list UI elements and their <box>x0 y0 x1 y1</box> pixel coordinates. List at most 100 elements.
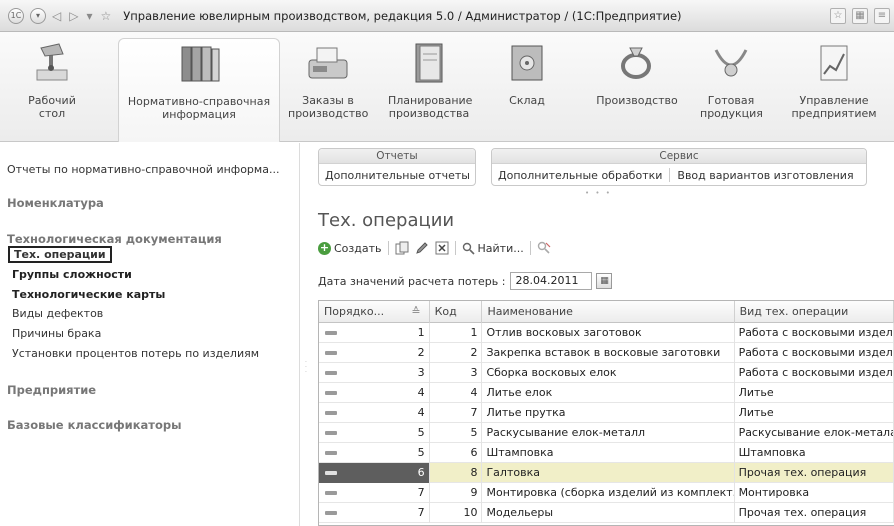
cell-order: 6 <box>319 463 430 483</box>
find-button[interactable]: Найти... <box>462 242 524 255</box>
forward-arrow-icon[interactable]: ▷ <box>69 9 78 23</box>
cell-operation-type: Прочая тех. операция <box>735 463 894 483</box>
row-item-icon <box>325 351 337 355</box>
commands-service: Сервис Дополнительные обработки Ввод вар… <box>491 148 867 186</box>
nav-group-nomenclature[interactable]: Номенклатура <box>7 196 104 210</box>
fax-icon <box>305 40 351 86</box>
table-row[interactable]: 5 6 Штамповка Штамповка <box>319 443 894 463</box>
separator <box>529 241 531 255</box>
cell-order: 4 <box>319 383 430 403</box>
panel-resize-handle[interactable]: • • • <box>585 189 612 197</box>
nav-group-tech-docs[interactable]: Технологическая документация <box>7 232 222 246</box>
history-dropdown-icon[interactable]: ▾ <box>86 9 92 23</box>
section-reference-info[interactable]: Нормативно-справочная информация <box>118 38 280 142</box>
nav-item-defect-types[interactable]: Виды дефектов <box>12 307 103 320</box>
commands-service-header: Сервис <box>492 149 866 164</box>
nav-group-base-classifiers[interactable]: Базовые классификаторы <box>7 418 182 432</box>
section-warehouse[interactable]: Склад <box>502 40 552 107</box>
cmd-input-manufacturing-variants[interactable]: Ввод вариантов изготовления <box>677 169 853 182</box>
row-item-icon <box>325 511 337 515</box>
table-row[interactable]: 5 5 Раскусывание елок-металл Раскусывание е… <box>319 423 894 443</box>
form-title: Тех. операции <box>318 210 455 231</box>
cell-code: 1 <box>430 323 483 343</box>
table-row[interactable]: 4 4 Литье елок Литье <box>319 383 894 403</box>
cmd-additional-processing[interactable]: Дополнительные обработки <box>498 169 662 182</box>
copy-icon[interactable] <box>395 241 409 255</box>
section-label: Планирование производства <box>388 94 473 120</box>
sort-ascending-icon: ≙ <box>411 305 421 318</box>
tech-operations-table: Порядко... ≙ Код Наименование Вид тех. о… <box>318 300 894 526</box>
column-header-code[interactable]: Код <box>430 301 483 323</box>
section-production[interactable]: Производство <box>592 40 682 107</box>
section-finished-products[interactable]: Готовая продукция <box>700 40 763 120</box>
create-button-label: Создать <box>334 241 382 255</box>
section-label: Производство <box>596 94 678 107</box>
cell-operation-type: Штамповка <box>735 443 894 463</box>
table-row[interactable]: 1 1 Отлив восковых заготовок Работа с воско… <box>319 323 894 343</box>
nav-item-complexity-groups[interactable]: Группы сложности <box>12 268 132 281</box>
column-header-order[interactable]: Порядко... ≙ <box>319 301 430 323</box>
table-row[interactable]: 6 8 Галтовка Прочая тех. операция <box>319 463 894 483</box>
table-header: Порядко... ≙ Код Наименование Вид тех. о… <box>319 301 894 323</box>
table-row[interactable]: 7 9 Монтировка (сборка изделий из комплект… <box>319 483 894 503</box>
section-production-orders[interactable]: Заказы в производство <box>288 40 368 120</box>
table-row[interactable]: 2 2 Закрепка вставок в восковые заготовки Р… <box>319 343 894 363</box>
cell-order-value: 4 <box>417 406 425 419</box>
cell-order: 4 <box>319 403 430 423</box>
nav-item-tech-cards[interactable]: Технологические карты <box>12 288 165 301</box>
calendar-icon[interactable]: ▦ <box>596 273 613 289</box>
favorites-star-icon[interactable]: ☆ <box>101 9 112 23</box>
calculator-icon[interactable]: ▦ <box>852 8 868 24</box>
cell-order-value: 5 <box>417 426 425 439</box>
cell-order: 5 <box>319 443 430 463</box>
row-item-icon <box>325 331 337 335</box>
section-label: Управление предприятием <box>791 94 877 120</box>
cell-name: Литье елок <box>482 383 735 403</box>
edit-pencil-icon[interactable] <box>415 241 429 255</box>
table-row[interactable]: 3 3 Сборка восковых елок Работа с восковыми… <box>319 363 894 383</box>
cell-operation-type: Работа с восковыми издел <box>735 323 894 343</box>
cancel-search-icon[interactable] <box>537 241 551 255</box>
cell-order: 5 <box>319 423 430 443</box>
cell-name: Сборка восковых елок <box>482 363 735 383</box>
separator <box>669 168 671 182</box>
menu-icon[interactable]: ≡ <box>874 8 890 24</box>
loss-date-input[interactable]: 28.04.2011 <box>510 272 593 290</box>
section-enterprise-management[interactable]: Управление предприятием <box>788 40 880 120</box>
separator <box>454 241 456 255</box>
cell-order-value: 2 <box>417 346 425 359</box>
window-title: Управление ювелирным производством, реда… <box>123 8 682 23</box>
column-header-operation-type[interactable]: Вид тех. операции <box>735 301 894 323</box>
cell-operation-type: Монтировка <box>735 483 894 503</box>
cell-operation-type: Работа с восковыми издел <box>735 363 894 383</box>
row-item-icon <box>325 371 337 375</box>
cell-code: 6 <box>430 443 483 463</box>
panel-splitter[interactable]: · · · <box>305 360 309 390</box>
nav-item-tech-operations[interactable]: Тех. операции <box>8 246 112 263</box>
create-button[interactable]: + Создать <box>318 241 382 255</box>
column-header-name[interactable]: Наименование <box>482 301 735 323</box>
main-menu-button[interactable]: ▾ <box>30 7 46 24</box>
cell-order-value: 7 <box>417 486 425 499</box>
row-item-icon <box>325 391 337 395</box>
mark-delete-icon[interactable] <box>435 241 449 255</box>
back-arrow-icon[interactable]: ◁ <box>52 9 61 23</box>
nav-group-enterprise[interactable]: Предприятие <box>7 383 96 397</box>
section-desktop[interactable]: Рабочий стол <box>22 40 82 120</box>
favorite-icon[interactable]: ☆ <box>830 8 846 24</box>
row-item-icon <box>325 411 337 415</box>
nav-link-reference-reports[interactable]: Отчеты по нормативно-справочной информа.… <box>7 163 279 176</box>
table-row[interactable]: 4 7 Литье прутка Литье <box>319 403 894 423</box>
cell-code: 9 <box>430 483 483 503</box>
app-logo-icon[interactable]: 1С <box>8 7 24 24</box>
report-chart-icon <box>811 40 857 86</box>
cmd-additional-reports[interactable]: Дополнительные отчеты <box>325 169 470 182</box>
cell-code: 4 <box>430 383 483 403</box>
section-production-planning[interactable]: Планирование производства <box>388 40 473 120</box>
cell-order-value: 4 <box>417 386 425 399</box>
nav-item-loss-percent-settings[interactable]: Установки процентов потерь по изделиям <box>12 347 259 360</box>
nav-item-defect-reasons[interactable]: Причины брака <box>12 327 101 340</box>
table-row[interactable]: 7 10 Модельеры Прочая тех. операция <box>319 503 894 523</box>
cell-operation-type: Раскусывание елок-метала <box>735 423 894 443</box>
loss-date-row: Дата значений расчета потерь : 28.04.201… <box>318 272 613 290</box>
